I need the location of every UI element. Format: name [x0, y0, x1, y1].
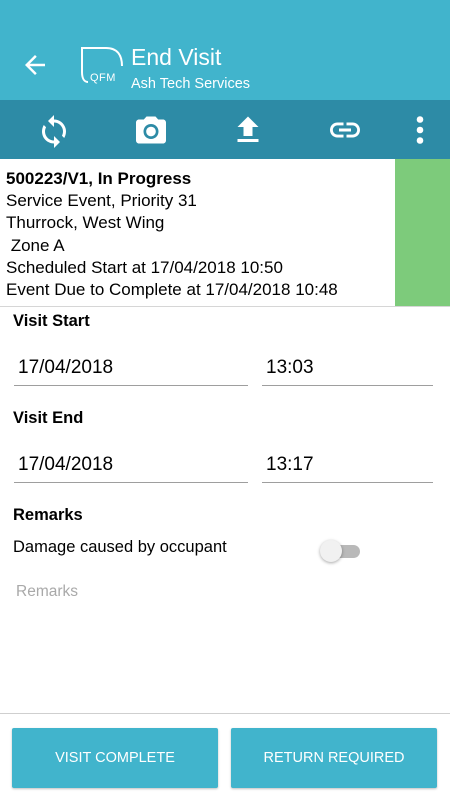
- visit-start-time-field[interactable]: 13:03: [262, 354, 433, 386]
- page-subtitle: Ash Tech Services: [131, 76, 251, 92]
- event-location: Thurrock, West Wing: [6, 213, 165, 233]
- upload-icon[interactable]: [230, 112, 266, 148]
- visit-end-time-field[interactable]: 13:17: [262, 451, 433, 483]
- event-details: 500223/V1, In Progress Service Event, Pr…: [6, 168, 338, 301]
- event-reference: 500223/V1, In Progress: [6, 169, 192, 188]
- visit-end-label: Visit End: [13, 409, 84, 427]
- camera-icon[interactable]: [133, 112, 169, 148]
- more-vertical-icon[interactable]: [402, 112, 438, 148]
- toggle-thumb: [320, 540, 342, 562]
- logo-text: QFM: [90, 72, 116, 84]
- remarks-label: Remarks: [13, 506, 83, 524]
- visit-start-date-field[interactable]: 17/04/2018: [14, 354, 248, 386]
- return-required-button[interactable]: RETURN REQUIRED: [231, 728, 437, 788]
- refresh-icon[interactable]: [36, 112, 72, 148]
- arrow-left-icon[interactable]: [20, 50, 50, 80]
- action-toolbar: [0, 100, 450, 159]
- visit-start-label: Visit Start: [13, 312, 90, 330]
- visit-complete-button[interactable]: VISIT COMPLETE: [12, 728, 218, 788]
- event-summary-card[interactable]: 500223/V1, In Progress Service Event, Pr…: [0, 159, 450, 307]
- app-bar: QFM End Visit Ash Tech Services: [0, 0, 450, 100]
- event-type: Service Event, Priority 31: [6, 191, 197, 211]
- status-indicator: [395, 159, 450, 306]
- damage-toggle-label: Damage caused by occupant: [13, 538, 227, 556]
- bottom-divider: [0, 713, 450, 714]
- damage-toggle[interactable]: [320, 539, 362, 563]
- event-zone: Zone A: [6, 235, 65, 255]
- event-due: Event Due to Complete at 17/04/2018 10:4…: [6, 280, 338, 300]
- event-scheduled-start: Scheduled Start at 17/04/2018 10:50: [6, 257, 283, 277]
- qfm-logo: QFM: [76, 42, 126, 86]
- visit-end-date-field[interactable]: 17/04/2018: [14, 451, 248, 483]
- page-title: End Visit: [131, 44, 222, 70]
- link-icon[interactable]: [327, 112, 363, 148]
- remarks-input[interactable]: Remarks: [13, 580, 436, 608]
